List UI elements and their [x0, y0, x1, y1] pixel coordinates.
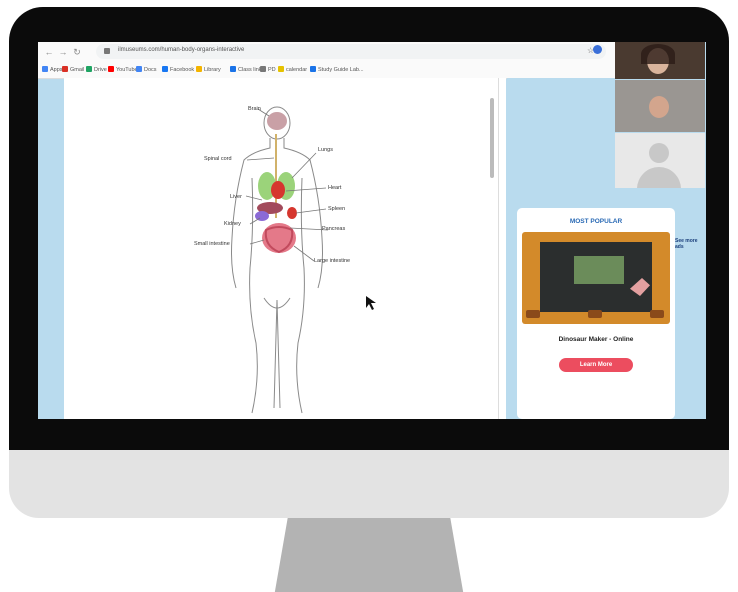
game-button-left — [526, 310, 540, 318]
bookmark-label: Study Guide Lab... — [318, 67, 364, 73]
scrollbar-thumb[interactable] — [490, 98, 494, 178]
dinosaur-icon — [630, 278, 650, 296]
label-kidney[interactable]: Kidney — [224, 221, 241, 227]
profile-icon[interactable] — [593, 45, 602, 54]
video-tile-2[interactable] — [615, 80, 705, 132]
game-scene — [574, 256, 624, 284]
label-liver[interactable]: Liver — [230, 194, 242, 200]
bookmark-label: YouTube — [116, 67, 138, 73]
back-icon[interactable]: ← — [44, 47, 54, 57]
panel-divider — [498, 78, 499, 419]
lock-icon — [104, 48, 110, 54]
bookmark-item[interactable]: Apps — [42, 66, 63, 73]
bookmark-item[interactable]: Study Guide Lab... — [310, 66, 364, 73]
diagram-page: Brain Spinal cord Lungs Liver Heart Sple… — [64, 78, 506, 419]
label-spinal-cord[interactable]: Spinal cord — [204, 156, 232, 162]
participant-hair-icon — [641, 44, 675, 64]
url-text: ilmuseums.com/human-body-organs-interact… — [118, 47, 245, 53]
avatar-head-icon — [649, 143, 669, 163]
bookmark-label: Library — [204, 67, 221, 73]
bookmark-icon — [108, 66, 114, 72]
avatar-body-icon — [637, 167, 681, 188]
label-small-intestine[interactable]: Small intestine — [194, 241, 230, 247]
forward-icon[interactable]: → — [58, 47, 68, 57]
label-brain[interactable]: Brain — [248, 106, 261, 112]
label-large-intestine[interactable]: Large intestine — [314, 258, 350, 264]
most-popular-card: MOST POPULAR Dinosaur Maker - Online Lea… — [517, 208, 675, 419]
address-bar[interactable]: ilmuseums.com/human-body-organs-interact… — [96, 44, 606, 59]
reload-icon[interactable]: ↻ — [72, 47, 82, 57]
brain-icon — [267, 112, 287, 130]
bookmark-icon — [260, 66, 266, 72]
learn-more-button[interactable]: Learn More — [559, 358, 633, 372]
bookmark-item[interactable]: Drive — [86, 66, 107, 73]
most-popular-title: MOST POPULAR — [569, 218, 623, 225]
video-tile-3[interactable] — [615, 133, 705, 188]
label-spleen[interactable]: Spleen — [328, 206, 345, 212]
label-heart[interactable]: Heart — [328, 185, 341, 191]
bookmark-label: Gmail — [70, 67, 85, 73]
game-button-right — [650, 310, 664, 318]
game-thumbnail[interactable] — [522, 232, 670, 324]
heart-icon — [271, 181, 285, 199]
bookmark-label: calendar — [286, 67, 308, 73]
bookmark-icon — [278, 66, 284, 72]
game-button-middle — [588, 310, 602, 318]
label-lungs[interactable]: Lungs — [318, 147, 333, 153]
bookmarks-bar: Apps Gmail Drive YouTube Docs Facebook Library… — [38, 62, 616, 77]
bookmark-icon — [136, 66, 142, 72]
game-title: Dinosaur Maker - Online — [558, 336, 634, 343]
browser-toolbar: ← → ↻ ilmuseums.com/human-body-organs-in… — [38, 42, 616, 79]
bookmark-label: Facebook — [170, 67, 195, 73]
bookmark-item[interactable]: PD — [260, 66, 276, 73]
bookmark-item[interactable]: Facebook — [162, 66, 194, 73]
see-more-link[interactable]: See more ads — [675, 238, 706, 250]
human-body-diagram — [231, 106, 376, 414]
monitor-stand — [274, 518, 464, 592]
cursor-icon — [366, 296, 376, 310]
bookmark-item[interactable]: Library — [196, 66, 221, 73]
bookmark-item[interactable]: Gmail — [62, 66, 84, 73]
video-tile-1[interactable] — [615, 42, 705, 79]
bookmark-item[interactable]: YouTube — [108, 66, 138, 73]
bookmark-label: Apps — [50, 67, 63, 73]
bookmark-icon — [42, 66, 48, 72]
label-pancreas[interactable]: Pancreas — [322, 226, 345, 232]
game-screen — [540, 242, 652, 312]
bookmark-item[interactable]: calendar — [278, 66, 307, 73]
bookmark-icon — [86, 66, 92, 72]
spleen-icon — [287, 207, 297, 219]
bookmark-icon — [162, 66, 168, 72]
monitor-chin — [9, 450, 729, 518]
bookmark-label: Docs — [144, 67, 157, 73]
bookmark-icon — [196, 66, 202, 72]
bookmark-icon — [62, 66, 68, 72]
bookmark-item[interactable]: Docs — [136, 66, 157, 73]
monitor-screen: ← → ↻ ilmuseums.com/human-body-organs-in… — [38, 42, 706, 419]
participant-face-icon — [649, 96, 669, 118]
bookmark-icon — [310, 66, 316, 72]
bookmark-icon — [230, 66, 236, 72]
bookmark-label: PD — [268, 67, 276, 73]
bookmark-label: Drive — [94, 67, 107, 73]
